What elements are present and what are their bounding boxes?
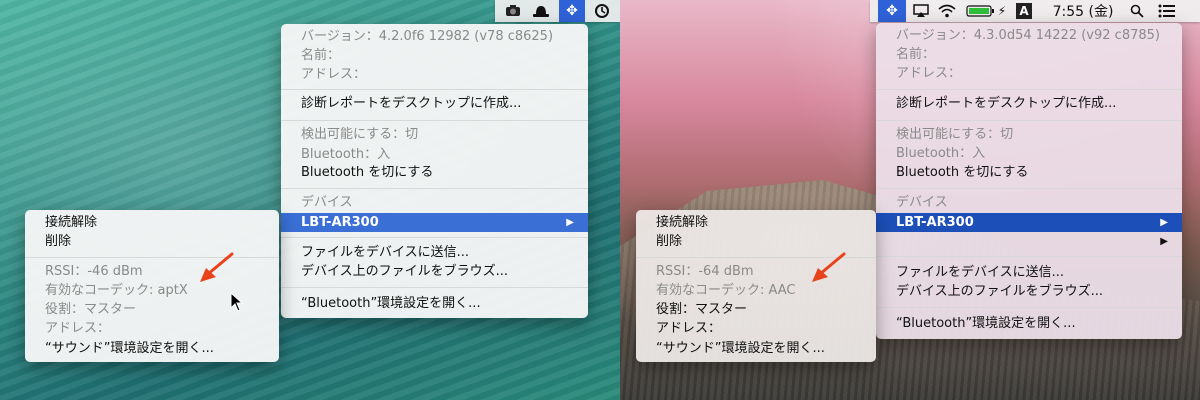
device-name: LBT-AR300 — [896, 215, 974, 230]
camera-icon[interactable] — [503, 0, 523, 22]
bluetooth-menu-icon[interactable]: ✥ — [559, 0, 585, 22]
remove-item[interactable]: 削除 — [636, 232, 876, 251]
submenu-arrow-icon: ▶ — [566, 217, 574, 228]
device-item-unnamed[interactable]: ▶ — [876, 232, 1182, 251]
diagnostics-report-item[interactable]: 診断レポートをデスクトップに作成... — [876, 94, 1182, 113]
devices-header: デバイス — [301, 195, 353, 210]
discoverable-item: 検出可能にする：切 — [896, 127, 1014, 142]
devices-header: デバイス — [896, 195, 948, 210]
discoverable-item: 検出可能にする：切 — [301, 127, 419, 142]
battery-icon[interactable]: ⚡ — [964, 0, 1008, 22]
separator — [876, 256, 1182, 257]
address-item: アドレス： — [656, 321, 722, 336]
notification-center-icon[interactable] — [1154, 0, 1180, 22]
menu-bar: ✥ ⚡ A 7:55 (金) — [870, 0, 1200, 22]
left-screenshot: ✥ バージョン：4.2.0f6 12982 (v78 c8625) 名前： アド… — [0, 0, 620, 400]
disconnect-item[interactable]: 接続解除 — [25, 213, 279, 232]
mouse-pointer-icon — [230, 292, 244, 312]
separator — [876, 89, 1182, 90]
clock[interactable]: 7:55 (金) — [1042, 0, 1124, 22]
name-item: 名前： — [896, 47, 936, 62]
device-item-lbt-ar300[interactable]: LBT-AR300 ▶ — [281, 213, 588, 232]
role-item: 役割：マスター — [656, 302, 748, 317]
turn-bluetooth-off-item[interactable]: Bluetooth を切にする — [281, 163, 588, 182]
version-item: バージョン：4.2.0f6 12982 (v78 c8625) — [301, 29, 554, 44]
separator — [281, 89, 588, 90]
turn-bluetooth-off-item[interactable]: Bluetooth を切にする — [876, 163, 1182, 182]
version-item: バージョン：4.3.0d54 14222 (v92 c8785) — [896, 28, 1160, 43]
wifi-icon[interactable] — [936, 0, 958, 22]
hat-icon[interactable] — [531, 0, 551, 22]
separator — [876, 188, 1182, 189]
separator — [281, 287, 588, 288]
bluetooth-status-item: Bluetooth：入 — [896, 146, 986, 161]
spotlight-search-icon[interactable] — [1126, 0, 1148, 22]
browse-files-item[interactable]: デバイス上のファイルをブラウズ... — [876, 282, 1182, 301]
separator — [281, 237, 588, 238]
device-submenu: 接続解除 削除 RSSI：-64 dBm 有効なコーデック: AAC 役割：マス… — [636, 210, 876, 362]
browse-files-item[interactable]: デバイス上のファイルをブラウズ... — [281, 262, 588, 281]
open-bluetooth-prefs-item[interactable]: “Bluetooth”環境設定を開く... — [281, 294, 588, 313]
charging-icon: ⚡ — [997, 4, 1007, 18]
open-sound-prefs-item[interactable]: “サウンド”環境設定を開く... — [636, 339, 876, 358]
menu-bar: ✥ — [495, 0, 620, 22]
annotation-arrow-icon — [200, 252, 234, 282]
device-submenu: 接続解除 削除 RSSI：-46 dBm 有効なコーデック: aptX 役割：マ… — [25, 210, 279, 362]
address-item: アドレス： — [896, 66, 962, 81]
bluetooth-menu: バージョン：4.2.0f6 12982 (v78 c8625) 名前： アドレス… — [281, 24, 588, 318]
bluetooth-icon: ✥ — [566, 3, 578, 19]
open-sound-prefs-item[interactable]: “サウンド”環境設定を開く... — [25, 339, 279, 358]
open-bluetooth-prefs-item[interactable]: “Bluetooth”環境設定を開く... — [876, 314, 1182, 333]
remove-item[interactable]: 削除 — [25, 232, 279, 251]
separator — [876, 120, 1182, 121]
diagnostics-report-item[interactable]: 診断レポートをデスクトップに作成... — [281, 94, 588, 113]
send-file-item[interactable]: ファイルをデバイスに送信... — [281, 243, 588, 262]
submenu-arrow-icon: ▶ — [1160, 217, 1168, 228]
submenu-arrow-icon: ▶ — [1160, 236, 1168, 247]
time-machine-icon[interactable] — [591, 0, 613, 22]
device-item-lbt-ar300[interactable]: LBT-AR300 ▶ — [876, 213, 1182, 232]
send-file-item[interactable]: ファイルをデバイスに送信... — [876, 263, 1182, 282]
airplay-icon[interactable] — [910, 0, 932, 22]
address-item: アドレス： — [301, 67, 367, 82]
disconnect-item[interactable]: 接続解除 — [636, 213, 876, 232]
bluetooth-menu: バージョン：4.3.0d54 14222 (v92 c8785) 名前： アドレ… — [876, 23, 1182, 339]
bluetooth-status-item: Bluetooth：入 — [301, 147, 391, 162]
separator — [25, 257, 279, 258]
rssi-item: RSSI：-46 dBm — [45, 264, 143, 279]
separator — [876, 307, 1182, 308]
input-method-icon[interactable]: A — [1014, 0, 1034, 22]
address-item: アドレス： — [45, 321, 111, 336]
bluetooth-icon: ✥ — [886, 3, 898, 19]
device-name: LBT-AR300 — [301, 215, 379, 230]
separator — [281, 188, 588, 189]
separator — [281, 120, 588, 121]
name-item: 名前： — [301, 48, 341, 63]
input-method-label: A — [1016, 3, 1032, 19]
bluetooth-menu-icon[interactable]: ✥ — [878, 0, 906, 22]
annotation-arrow-icon — [812, 252, 846, 282]
